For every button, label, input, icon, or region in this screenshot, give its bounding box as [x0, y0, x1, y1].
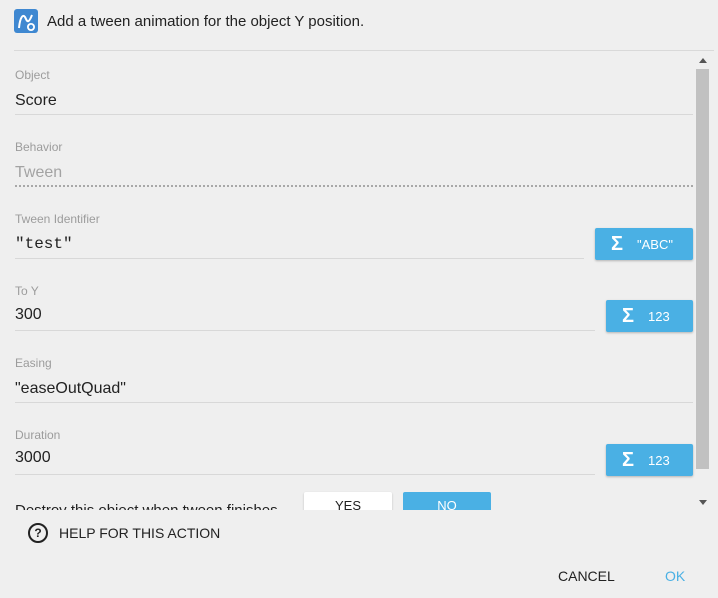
tween-identifier-label: Tween Identifier [15, 212, 100, 226]
tween-icon [14, 9, 38, 33]
duration-expression-button-label: 123 [648, 452, 670, 468]
object-value[interactable]: Score [15, 92, 57, 110]
form-scrollbar[interactable] [695, 52, 711, 510]
behavior-field[interactable]: Behavior Tween [15, 140, 693, 188]
tween-identifier-field[interactable]: Tween Identifier "test" [15, 212, 584, 260]
easing-label: Easing [15, 356, 52, 370]
to-y-value[interactable]: 300 [15, 306, 42, 324]
sigma-icon: Σ [611, 232, 624, 255]
help-icon: ? [28, 523, 48, 543]
no-button[interactable]: NO [403, 492, 491, 510]
help-link[interactable]: ? HELP FOR THIS ACTION [28, 522, 220, 544]
dialog-title: Add a tween animation for the object Y p… [47, 13, 365, 30]
easing-value[interactable]: "easeOutQuad" [15, 380, 126, 398]
to-y-expression-button-label: 123 [648, 308, 670, 324]
scroll-down-arrow-icon[interactable] [699, 500, 707, 505]
tween-identifier-value[interactable]: "test" [15, 235, 73, 253]
to-y-field[interactable]: To Y 300 [15, 284, 595, 332]
object-field[interactable]: Object Score [15, 68, 693, 116]
behavior-label: Behavior [15, 140, 63, 154]
behavior-underline [15, 185, 693, 187]
header-divider [14, 50, 714, 51]
yes-button[interactable]: YES [304, 492, 392, 510]
easing-field[interactable]: Easing "easeOutQuad" [15, 356, 693, 404]
object-label: Object [15, 68, 50, 82]
tween-identifier-underline [15, 258, 584, 259]
to-y-underline [15, 330, 595, 331]
parameters-form: Object Score Behavior Tween Tween Identi… [0, 52, 718, 510]
easing-underline [15, 402, 693, 403]
duration-field[interactable]: Duration 3000 [15, 428, 595, 476]
destroy-label: Destroy this object when tween finishes [15, 502, 278, 510]
behavior-value[interactable]: Tween [15, 164, 62, 182]
help-label: HELP FOR THIS ACTION [59, 525, 221, 541]
string-expression-button-label: "ABC" [637, 236, 673, 252]
cancel-button[interactable]: CANCEL [558, 568, 615, 584]
sigma-icon: Σ [622, 448, 635, 471]
scroll-thumb[interactable] [696, 69, 709, 469]
object-underline [15, 114, 693, 115]
dialog-header: Add a tween animation for the object Y p… [0, 0, 718, 46]
ok-button[interactable]: OK [665, 568, 685, 584]
duration-value[interactable]: 3000 [15, 449, 51, 467]
destroy-toggle-row: Destroy this object when tween finishes … [15, 490, 515, 510]
sigma-icon: Σ [622, 304, 635, 327]
duration-underline [15, 474, 595, 475]
duration-label: Duration [15, 428, 61, 442]
string-expression-button[interactable]: Σ "ABC" [595, 228, 693, 260]
duration-expression-button[interactable]: Σ 123 [606, 444, 693, 476]
scroll-up-arrow-icon[interactable] [699, 58, 707, 63]
to-y-expression-button[interactable]: Σ 123 [606, 300, 693, 332]
to-y-label: To Y [15, 284, 39, 298]
